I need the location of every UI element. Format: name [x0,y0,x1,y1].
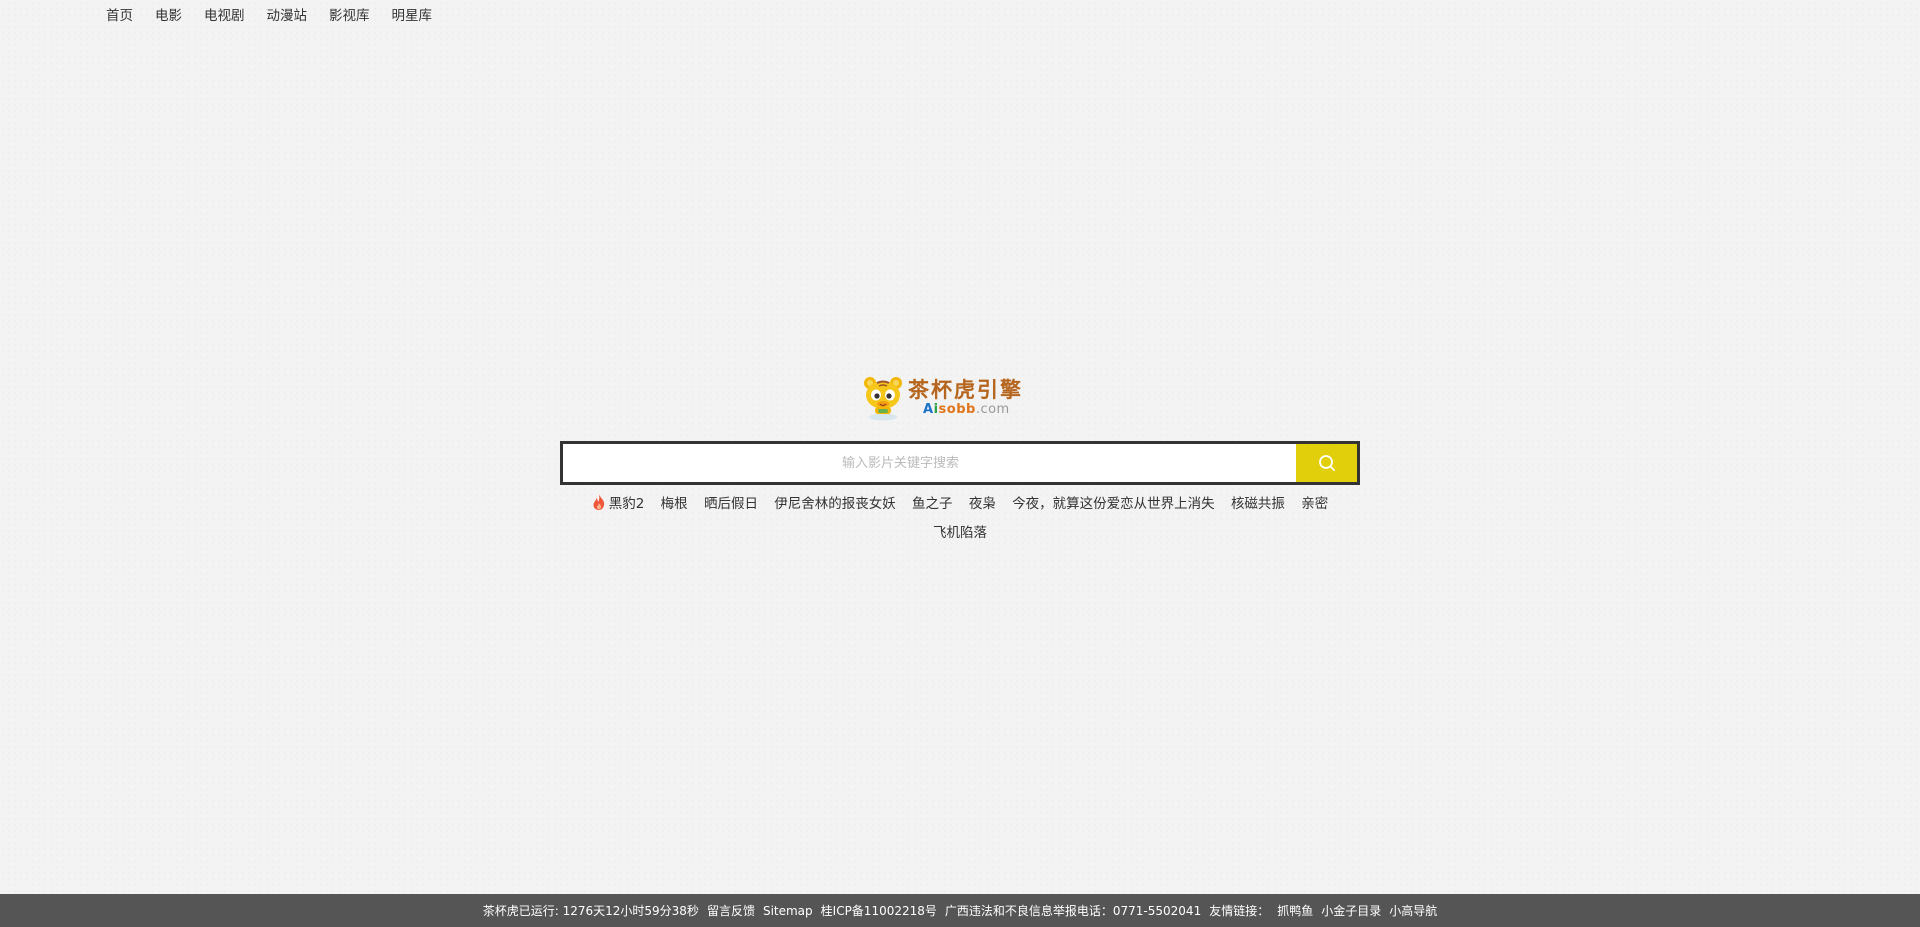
fire-icon [593,494,604,510]
friend-links-label: 友情链接： [1209,904,1270,918]
page: 首页 电影 电视剧 动漫站 影视库 明星库 茶杯虎引擎 Aisobb.com 输… [0,0,1920,927]
nav-item-home[interactable]: 首页 [106,6,133,26]
hot-keywords: 黑豹2 梅根 晒后假日 伊尼舍林的报丧女妖 鱼之子 夜枭 今夜，就算这份爱恋从世… [570,490,1350,548]
search-icon [1318,455,1335,471]
hot-keyword[interactable]: 今夜，就算这份爱恋从世界上消失 [1012,490,1215,519]
runtime-text: 茶杯虎已运行: 1276天12小时59分38秒 [482,904,699,918]
friend-link[interactable]: 抓鸭鱼 [1277,902,1313,919]
site-logo[interactable]: 茶杯虎引擎 Aisobb.com [860,374,1032,422]
hot-keyword[interactable]: 亲密 [1301,490,1328,519]
hot-keyword[interactable]: 梅根 [661,490,688,519]
hot-keyword[interactable]: 鱼之子 [912,490,953,519]
hot-keyword[interactable]: 伊尼舍林的报丧女妖 [774,490,896,519]
sitemap-link[interactable]: Sitemap [763,904,813,918]
footer: 茶杯虎已运行: 1276天12小时59分38秒 留言反馈 Sitemap 桂IC… [0,894,1920,927]
nav-item-anime[interactable]: 动漫站 [267,6,308,26]
nav-item-star-library[interactable]: 明星库 [392,6,433,26]
nav-item-movies[interactable]: 电影 [155,6,182,26]
report-text: 广西违法和不良信息举报电话：0771-5502041 [944,904,1202,918]
icp-link[interactable]: 桂ICP备11002218号 [821,902,937,919]
feedback-link[interactable]: 留言反馈 [707,902,755,919]
search-box [560,441,1360,485]
nav-item-tv[interactable]: 电视剧 [204,6,245,26]
search-input[interactable] [563,444,1296,482]
nav-item-film-library[interactable]: 影视库 [329,6,370,26]
tiger-mascot-icon [864,377,902,421]
friend-link[interactable]: 小高导航 [1389,902,1437,919]
hot-keyword[interactable]: 飞机陷落 [933,519,987,548]
hot-keyword[interactable]: 黑豹2 [592,490,644,519]
friend-link[interactable]: 小金子目录 [1321,902,1381,919]
top-nav: 首页 电影 电视剧 动漫站 影视库 明星库 [106,6,454,26]
logo-domain: Aisobb.com [923,402,1010,417]
search-button[interactable] [1296,444,1357,482]
hot-keyword[interactable]: 核磁共振 [1231,490,1285,519]
hot-keyword[interactable]: 夜枭 [969,490,996,519]
hot-keyword[interactable]: 晒后假日 [704,490,758,519]
logo-title: 茶杯虎引擎 [908,377,1023,402]
